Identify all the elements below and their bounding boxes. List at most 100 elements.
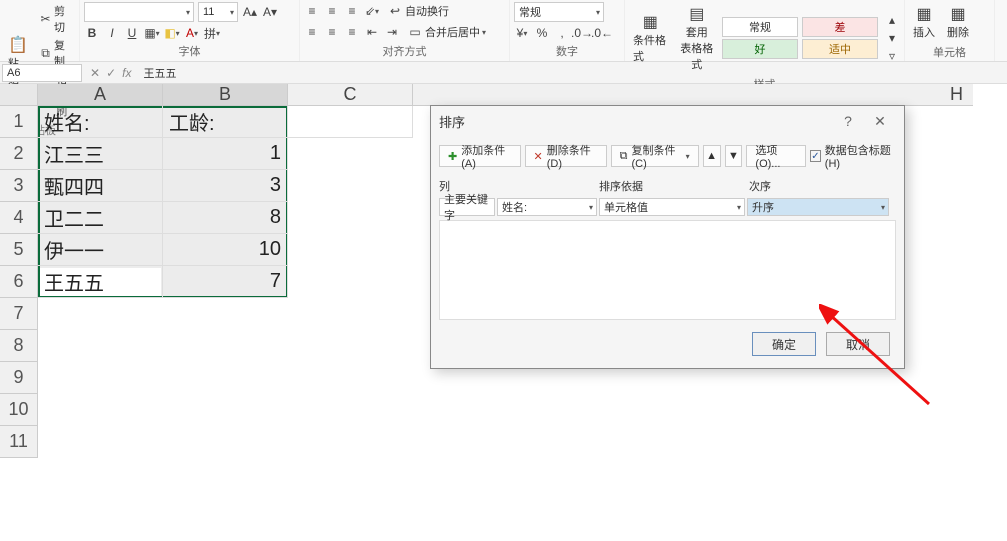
align-left-icon[interactable]: ≡ (304, 24, 320, 40)
style-down-icon[interactable]: ▾ (884, 30, 900, 46)
row-header[interactable]: 8 (0, 330, 38, 362)
wrap-text-button[interactable]: ↩自动换行 (384, 2, 452, 20)
col-header[interactable]: B (163, 84, 288, 106)
indent-inc-icon[interactable]: ⇥ (384, 24, 400, 40)
primary-key-label: 主要关键字 (439, 198, 495, 216)
help-icon[interactable]: ? (832, 113, 864, 129)
cell[interactable]: 7 (163, 266, 288, 298)
cut-button[interactable]: ✂剪切 (36, 2, 75, 36)
row-header[interactable]: 5 (0, 234, 38, 266)
merge-button[interactable]: ▭合并后居中▾ (404, 23, 489, 41)
number-format-combo[interactable]: 常规▾ (514, 2, 604, 22)
style-up-icon[interactable]: ▴ (884, 12, 900, 28)
sort-column-combo[interactable]: 姓名:▾ (497, 198, 597, 216)
cancel-button[interactable]: 取消 (826, 332, 890, 356)
move-down-button[interactable]: ▼ (725, 145, 743, 167)
close-icon[interactable]: ✕ (864, 113, 896, 130)
align-bottom-icon[interactable]: ≡ (344, 3, 360, 19)
dialog-body (439, 220, 896, 320)
style-mid[interactable]: 适中 (802, 39, 878, 59)
insert-cells-button[interactable]: ▦插入 (909, 2, 939, 42)
cell[interactable]: 工龄: (163, 106, 288, 138)
cell[interactable]: 3 (163, 170, 288, 202)
row-header[interactable]: 11 (0, 426, 38, 458)
row-header[interactable]: 3 (0, 170, 38, 202)
cell[interactable]: 王五五 (38, 266, 163, 298)
col-header[interactable]: A (38, 84, 163, 106)
confirm-icon[interactable]: ✓ (106, 66, 116, 80)
cell[interactable]: 甄四四 (38, 170, 163, 202)
italic-button[interactable]: I (104, 25, 120, 41)
indent-dec-icon[interactable]: ⇤ (364, 24, 380, 40)
alignment-group-label: 对齐方式 (304, 41, 505, 62)
dialog-titlebar[interactable]: 排序 ? ✕ (431, 106, 904, 136)
row-header[interactable]: 7 (0, 298, 38, 330)
select-all-corner[interactable] (0, 84, 38, 106)
move-up-button[interactable]: ▲ (703, 145, 721, 167)
percent-icon[interactable]: % (534, 25, 550, 41)
style-good[interactable]: 好 (722, 39, 798, 59)
align-top-icon[interactable]: ≡ (304, 3, 320, 19)
row-header[interactable]: 4 (0, 202, 38, 234)
align-right-icon[interactable]: ≡ (344, 24, 360, 40)
cell[interactable]: 8 (163, 202, 288, 234)
options-button[interactable]: 选项(O)... (746, 145, 806, 167)
number-group-label: 数字 (514, 41, 620, 62)
increase-font-icon[interactable]: A▴ (242, 4, 258, 20)
sort-basis-combo[interactable]: 单元格值▾ (599, 198, 745, 216)
font-group-label: 字体 (84, 41, 295, 62)
cell[interactable]: 10 (163, 234, 288, 266)
row-header[interactable]: 10 (0, 394, 38, 426)
cells-group-label: 单元格 (909, 42, 990, 63)
align-center-icon[interactable]: ≡ (324, 24, 340, 40)
name-box[interactable]: A6 (2, 64, 82, 82)
cell[interactable]: 江三三 (38, 138, 163, 170)
cancel-icon[interactable]: ✕ (90, 66, 100, 80)
ok-button[interactable]: 确定 (752, 332, 816, 356)
basis-header-label: 排序依据 (599, 178, 749, 194)
comma-icon[interactable]: , (554, 25, 570, 41)
orientation-icon[interactable]: ⇙▾ (364, 3, 380, 19)
dec-decimal-icon[interactable]: .0← (594, 25, 610, 41)
bold-button[interactable]: B (84, 25, 100, 41)
inc-decimal-icon[interactable]: .0→ (574, 25, 590, 41)
ribbon: 📋粘贴 ✂剪切 ⧉复制 🖌格式刷 剪贴板 ▾ 11▾ A▴ A▾ B I U ▦… (0, 0, 1007, 62)
delete-cells-button[interactable]: ▦删除 (943, 2, 973, 42)
conditional-format-button[interactable]: ▦条件格式 (629, 10, 672, 66)
row-header[interactable]: 6 (0, 266, 38, 298)
copy-condition-button[interactable]: ⧉复制条件(C)▾ (611, 145, 699, 167)
delete-condition-button[interactable]: ✕删除条件(D) (525, 145, 607, 167)
fx-icon[interactable]: fx (122, 66, 131, 80)
style-more-icon[interactable]: ▿ (884, 48, 900, 64)
decrease-font-icon[interactable]: A▾ (262, 4, 278, 20)
col-header[interactable]: H (413, 84, 973, 106)
style-normal[interactable]: 常规 (722, 17, 798, 37)
dialog-title: 排序 (439, 112, 465, 131)
currency-icon[interactable]: ¥▾ (514, 25, 530, 41)
font-color-button[interactable]: A▾ (184, 25, 200, 41)
fill-color-button[interactable]: ◧▾ (164, 25, 180, 41)
border-button[interactable]: ▦▾ (144, 25, 160, 41)
underline-button[interactable]: U (124, 25, 140, 41)
font-size-combo[interactable]: 11▾ (198, 2, 238, 22)
font-name-combo[interactable]: ▾ (84, 2, 194, 22)
sort-order-combo[interactable]: 升序▾ (747, 198, 889, 216)
add-condition-button[interactable]: ✚添加条件(A) (439, 145, 521, 167)
align-middle-icon[interactable]: ≡ (324, 3, 340, 19)
cell[interactable]: 卫二二 (38, 202, 163, 234)
cell[interactable]: 姓名: (38, 106, 163, 138)
cell[interactable]: 伊一一 (38, 234, 163, 266)
cell[interactable]: 1 (163, 138, 288, 170)
sort-dialog: 排序 ? ✕ ✚添加条件(A) ✕删除条件(D) ⧉复制条件(C)▾ ▲ ▼ 选… (430, 105, 905, 369)
formula-input[interactable]: 王五五 (139, 65, 1007, 81)
has-header-checkbox[interactable]: ✓数据包含标题(H) (810, 142, 896, 170)
row-header[interactable]: 2 (0, 138, 38, 170)
phonetic-button[interactable]: 拼▾ (204, 25, 220, 41)
row-header[interactable]: 9 (0, 362, 38, 394)
table-format-button[interactable]: ▤套用 表格格式 (676, 2, 719, 74)
col-header[interactable]: C (288, 84, 413, 106)
row-header[interactable]: 1 (0, 106, 38, 138)
order-header-label: 次序 (749, 178, 771, 194)
cell[interactable] (288, 106, 413, 138)
style-bad[interactable]: 差 (802, 17, 878, 37)
